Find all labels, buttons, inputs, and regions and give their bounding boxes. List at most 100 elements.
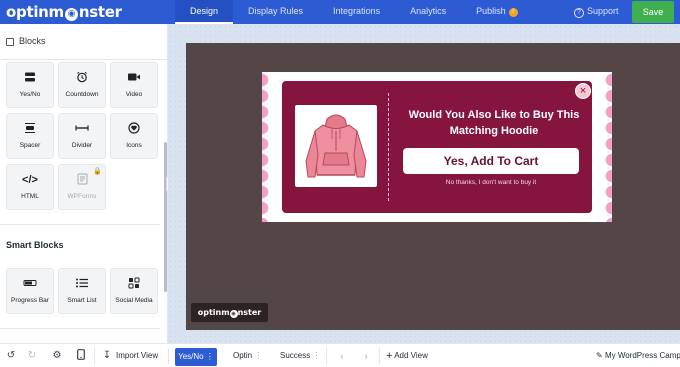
blocks-sidebar: Blocks Yes/No Countdown Video Spacer Div…: [0, 24, 168, 343]
monster-logo-icon: ◉: [64, 8, 78, 21]
support-link[interactable]: ? Support: [574, 0, 619, 24]
publish-badge: !: [508, 8, 518, 17]
view-tab-success[interactable]: Success ⋮: [280, 344, 320, 367]
block-progress-bar[interactable]: Progress Bar: [6, 268, 54, 314]
alarm-clock-icon: [59, 71, 105, 85]
block-label: Icons: [126, 142, 142, 149]
block-label: Smart List: [67, 297, 97, 304]
block-html[interactable]: </> HTML: [6, 164, 54, 210]
add-view-label: Add View: [394, 351, 428, 360]
block-yes-no[interactable]: Yes/No: [6, 62, 54, 108]
settings-gear-icon[interactable]: ⚙: [48, 344, 66, 367]
optinmonster-badge: optinm ◉ nster: [191, 303, 268, 322]
upsell-popup[interactable]: Would You Also Like to Buy This Matching…: [282, 81, 592, 213]
view-tab-label: Success: [280, 351, 311, 360]
tab-analytics[interactable]: Analytics: [395, 0, 461, 24]
sidebar-header: Blocks: [0, 24, 167, 60]
add-to-cart-button[interactable]: Yes, Add To Cart: [403, 148, 579, 174]
chevron-left-icon[interactable]: ‹: [334, 347, 350, 365]
logo-text-start: optinm: [6, 3, 64, 21]
monster-logo-icon: ◉: [229, 310, 238, 318]
block-video[interactable]: Video: [110, 62, 158, 108]
block-wpforms[interactable]: 🔒 WPForms: [58, 164, 106, 210]
block-countdown[interactable]: Countdown: [58, 62, 106, 108]
view-tab-optin[interactable]: Optin ⋮: [233, 344, 262, 367]
tab-publish[interactable]: Publish!: [461, 0, 533, 24]
wpforms-icon: [59, 173, 105, 187]
scalloped-edge-left: [262, 72, 272, 222]
bottom-bar: ↺ ↻ ⚙ ↧ Import View Yes/No ⋮ Optin ⋮ Suc…: [0, 343, 680, 367]
tab-display-rules[interactable]: Display Rules: [233, 0, 318, 24]
tab-publish-label: Publish: [476, 6, 506, 16]
tab-integrations[interactable]: Integrations: [318, 0, 395, 24]
pencil-icon: ✎: [596, 351, 603, 360]
save-button[interactable]: Save: [632, 1, 674, 23]
main-nav: Design Display Rules Integrations Analyt…: [175, 0, 533, 24]
code-icon: </>: [22, 174, 38, 186]
kebab-menu-icon: ⋮: [205, 352, 214, 361]
block-label: Yes/No: [19, 91, 41, 98]
list-icon: [59, 277, 105, 291]
block-label: Video: [125, 91, 143, 98]
social-media-icon: [111, 277, 157, 291]
kebab-menu-icon: ⋮: [254, 351, 263, 360]
close-icon: ×: [579, 85, 587, 97]
block-smart-list[interactable]: Smart List: [58, 268, 106, 314]
block-label: Social Media: [115, 297, 153, 304]
block-label: Progress Bar: [11, 297, 49, 304]
chevron-right-icon[interactable]: ›: [358, 347, 374, 365]
import-view-button[interactable]: Import View: [116, 344, 158, 367]
progress-bar-icon: [7, 277, 53, 291]
block-spacer[interactable]: Spacer: [6, 113, 54, 159]
decline-link[interactable]: No thanks, I don't want to buy it: [400, 179, 582, 186]
kebab-menu-icon: ⋮: [312, 351, 321, 360]
pink-hoodie-image: [305, 114, 367, 178]
popup-close-button[interactable]: ×: [575, 83, 591, 99]
block-label: WPForms: [67, 193, 97, 200]
block-icons[interactable]: Icons: [110, 113, 158, 159]
import-icon[interactable]: ↧: [98, 344, 116, 367]
support-label: Support: [587, 6, 619, 16]
dashed-separator: [388, 93, 389, 201]
block-label: Countdown: [65, 91, 99, 98]
separator: [326, 348, 327, 364]
tab-design[interactable]: Design: [175, 0, 234, 24]
block-label: Divider: [71, 142, 93, 149]
heart-icon: [111, 122, 157, 136]
logo-text-end: nster: [78, 3, 122, 21]
section-divider: [0, 224, 160, 225]
optinmonster-logo[interactable]: optinm ◉ nster: [6, 1, 122, 23]
add-view-button[interactable]: + Add View: [386, 344, 428, 367]
separator: [94, 348, 95, 364]
campaign-name-label: My WordPress Camp: [604, 351, 680, 360]
mobile-preview-icon[interactable]: [72, 344, 90, 367]
block-divider[interactable]: Divider: [58, 113, 106, 159]
separator: [168, 348, 169, 364]
view-tab-label: Optin: [233, 351, 253, 360]
spacer-icon: [7, 122, 53, 136]
sidebar-scrollbar[interactable]: [164, 142, 167, 292]
video-camera-icon: [111, 71, 157, 85]
blocks-icon: [6, 38, 14, 46]
badge-text-end: nster: [237, 308, 262, 317]
scalloped-edge-right: [602, 72, 612, 222]
badge-text-start: optinm: [197, 308, 230, 317]
block-social-media[interactable]: Social Media: [110, 268, 158, 314]
view-tab-label: Yes/No: [178, 352, 204, 361]
plus-icon: +: [386, 350, 393, 362]
popup-headline[interactable]: Would You Also Like to Buy This Matching…: [400, 107, 588, 139]
separator: [379, 348, 380, 364]
view-tab-yes-no[interactable]: Yes/No ⋮: [175, 348, 217, 366]
sidebar-title: Blocks: [19, 36, 46, 46]
undo-icon[interactable]: ↺: [2, 344, 20, 367]
campaign-name[interactable]: ✎ My WordPress Camp: [596, 344, 680, 367]
redo-icon[interactable]: ↻: [23, 344, 41, 367]
help-icon: ?: [574, 8, 584, 18]
divider-icon: [59, 122, 105, 136]
section-divider: [0, 328, 160, 329]
block-label: Spacer: [19, 142, 41, 149]
product-image[interactable]: [295, 105, 377, 187]
block-label: HTML: [21, 193, 39, 200]
top-bar: optinm ◉ nster Design Display Rules Integr…: [0, 0, 680, 24]
smart-blocks-title: Smart Blocks: [6, 240, 64, 250]
